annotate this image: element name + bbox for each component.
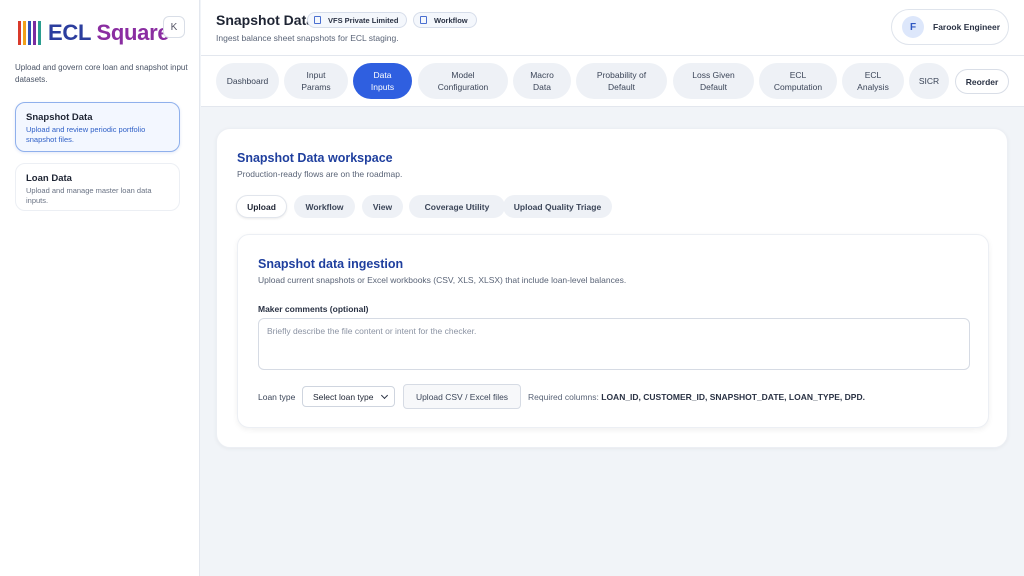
sidebar-item-loan-data[interactable]: Loan Data Upload and manage master loan …: [15, 163, 180, 211]
logo-text-accent: Square: [96, 20, 170, 45]
tab-model-configuration[interactable]: Model Configuration: [418, 63, 508, 99]
tab-ecl-computation[interactable]: ECL Computation: [759, 63, 837, 99]
sidebar-item-title: Loan Data: [26, 173, 72, 184]
logo-text: ECL Square: [48, 20, 170, 46]
sidebar: ECL Square K Upload and govern core loan…: [0, 0, 200, 576]
chevron-down-icon: [380, 391, 389, 400]
page-subtitle: Ingest balance sheet snapshots for ECL s…: [216, 33, 399, 43]
tab-label: Data: [373, 70, 392, 80]
sidebar-item-desc: Upload and review periodic portfolio sna…: [26, 125, 146, 144]
maker-comments-input[interactable]: [258, 318, 970, 370]
ingestion-subtitle: Upload current snapshots or Excel workbo…: [258, 275, 627, 285]
app-logo[interactable]: ECL Square: [18, 20, 170, 46]
tab-label: Data: [533, 82, 551, 92]
tab-label: Analysis: [857, 82, 889, 92]
tab-label: SICR: [918, 76, 940, 86]
tab-label: Inputs: [370, 82, 395, 92]
user-name: Farook Engineer: [933, 22, 1001, 32]
tab-label: Default: [608, 82, 635, 92]
collapse-sidebar-button[interactable]: K: [163, 16, 185, 38]
workflow-icon: [420, 16, 427, 24]
maker-comments-label: Maker comments (optional): [258, 304, 369, 314]
required-columns-prefix: Required columns:: [528, 392, 599, 402]
workspace-subtitle: Production-ready flows are on the roadma…: [237, 169, 403, 179]
tab-label: Computation: [773, 82, 823, 92]
subtab-view[interactable]: View: [362, 195, 403, 218]
logo-text-primary: ECL: [48, 20, 91, 45]
module-tabs: Dashboard Input Params Data Inputs Model Co…: [201, 56, 1024, 107]
tab-label: ECL: [789, 70, 807, 80]
tab-sicr[interactable]: SICR: [909, 63, 949, 99]
page-header: Snapshot Data VFS Private Limited Workfl…: [201, 0, 1024, 56]
tab-label: Loss Given: [692, 70, 735, 80]
tab-label: Model: [451, 70, 475, 80]
sidebar-item-desc: Upload and manage master loan data input…: [26, 186, 152, 205]
organization-chip[interactable]: VFS Private Limited: [307, 12, 408, 28]
tab-ecl-analysis[interactable]: ECL Analysis: [842, 63, 904, 99]
organization-chip-label: VFS Private Limited: [328, 15, 399, 25]
tab-loss-given-default[interactable]: Loss Given Default: [673, 63, 754, 99]
tab-probability-of-default[interactable]: Probability of Default: [576, 63, 667, 99]
loan-type-label: Loan type: [258, 392, 296, 402]
tab-label: Input: [306, 70, 326, 80]
subtab-workflow[interactable]: Workflow: [294, 195, 355, 218]
tab-label: ECL: [864, 70, 882, 80]
loan-type-select[interactable]: Select loan type: [302, 386, 395, 407]
page-title: Snapshot Data: [216, 12, 315, 28]
tab-label: Dashboard: [226, 76, 269, 86]
tab-label: Default: [700, 82, 727, 92]
tab-label: Macro: [530, 70, 554, 80]
loan-type-selected-value: Select loan type: [313, 391, 374, 402]
sidebar-item-snapshot-data[interactable]: Snapshot Data Upload and review periodic…: [15, 102, 180, 152]
tab-macro-data[interactable]: Macro Data: [513, 63, 571, 99]
ingestion-title: Snapshot data ingestion: [258, 257, 404, 271]
tab-label: Probability of: [596, 70, 647, 80]
workspace-card: Snapshot Data workspace Production-ready…: [216, 128, 1008, 448]
user-menu[interactable]: F Farook Engineer: [891, 9, 1009, 45]
required-columns-note: Required columns: LOAN_ID, CUSTOMER_ID, …: [528, 392, 865, 402]
subtab-upload[interactable]: Upload: [236, 195, 287, 218]
ingestion-card: Snapshot data ingestion Upload current s…: [237, 234, 989, 428]
avatar: F: [902, 16, 924, 38]
required-columns-list: LOAN_ID, CUSTOMER_ID, SNAPSHOT_DATE, LOA…: [601, 392, 865, 402]
workflow-chip[interactable]: Workflow: [413, 12, 477, 28]
subtab-coverage-utility[interactable]: Coverage Utility: [409, 195, 505, 218]
sidebar-item-title: Snapshot Data: [26, 112, 93, 123]
tab-label: Params: [301, 82, 331, 92]
tab-input-params[interactable]: Input Params: [284, 63, 348, 99]
upload-files-button[interactable]: Upload CSV / Excel files: [403, 384, 521, 409]
subtab-upload-quality-triage[interactable]: Upload Quality Triage: [503, 195, 612, 218]
reorder-button[interactable]: Reorder: [955, 69, 1009, 94]
logo-bars-icon: [18, 21, 44, 45]
workspace-title: Snapshot Data workspace: [237, 151, 393, 165]
tab-label: Configuration: [437, 82, 489, 92]
workflow-chip-label: Workflow: [434, 15, 468, 25]
building-icon: [314, 16, 321, 24]
sidebar-description: Upload and govern core loan and snapshot…: [15, 63, 188, 84]
tab-data-inputs[interactable]: Data Inputs: [353, 63, 412, 99]
tab-dashboard[interactable]: Dashboard: [216, 63, 279, 99]
